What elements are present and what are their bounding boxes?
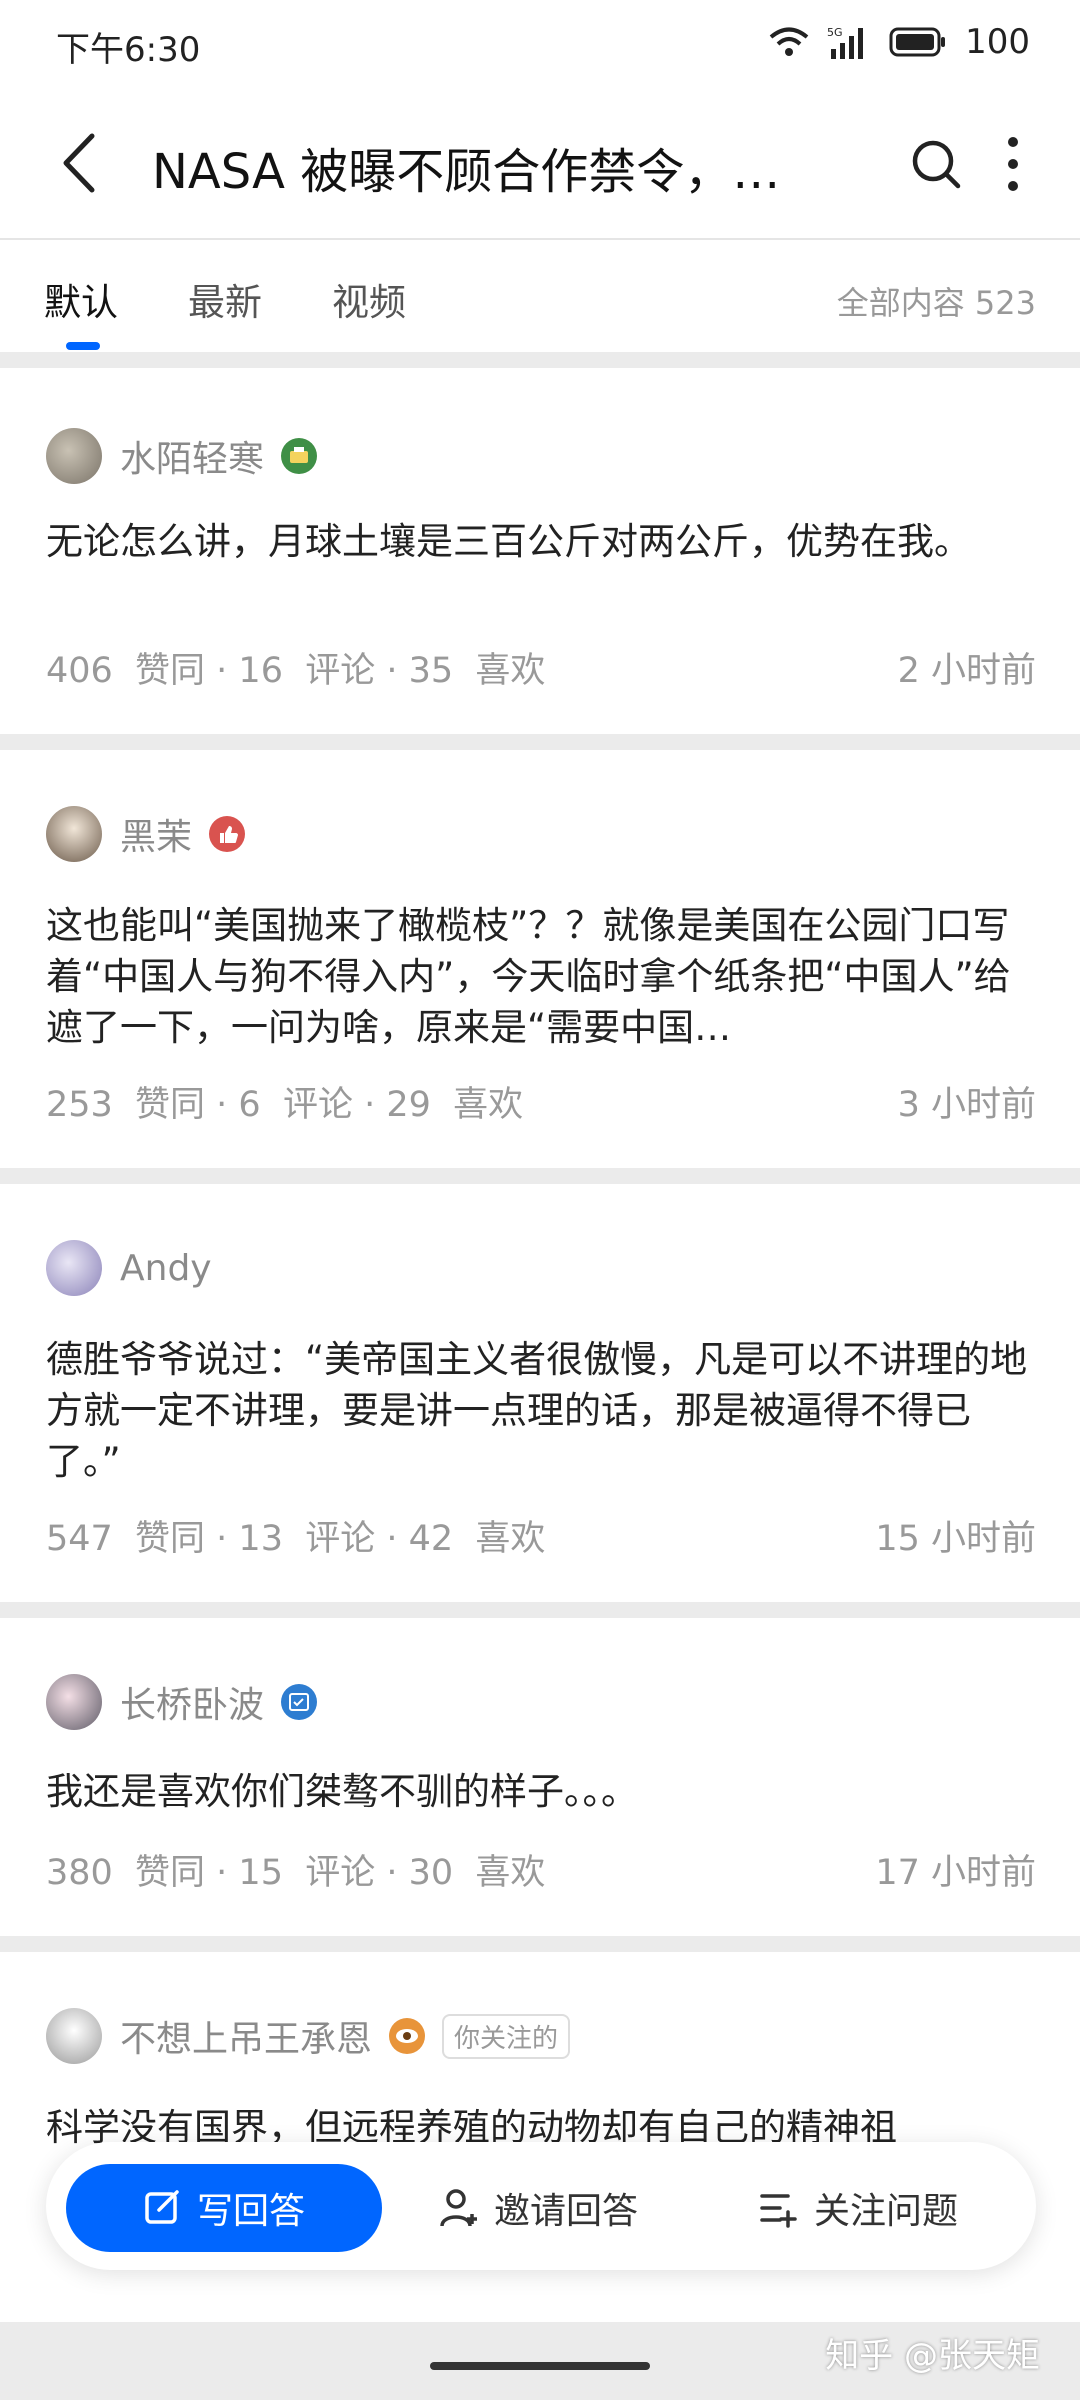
answer-time: 17 小时前 bbox=[875, 1853, 1036, 1893]
answer-content[interactable]: 我还是喜欢你们桀骜不驯的样子。。。 bbox=[46, 1766, 1036, 1817]
answer-stats: 380 赞同 · 15 评论 · 30 喜欢 bbox=[46, 1853, 546, 1893]
status-bar: 下午6:30 5G 100 bbox=[0, 0, 1080, 90]
invite-user-icon bbox=[440, 2189, 477, 2227]
eye-badge-icon bbox=[389, 2018, 426, 2054]
question-title[interactable]: NASA 被曝不顾合作禁令，… bbox=[152, 132, 832, 202]
invite-answer-button[interactable]: 邀请回答 bbox=[438, 2164, 638, 2252]
answer-time: 2 小时前 bbox=[897, 651, 1036, 691]
total-count: 全部内容 523 bbox=[836, 284, 1036, 322]
thumbs-up-badge-icon bbox=[209, 816, 246, 852]
answer-content[interactable]: 德胜爷爷说过：“美帝国主义者很傲慢，凡是可以不讲理的地方就一定不讲理，要是讲一点… bbox=[46, 1334, 1036, 1487]
author-name[interactable]: 黑茉 bbox=[120, 808, 192, 860]
avatar[interactable] bbox=[46, 1240, 102, 1296]
avatar[interactable] bbox=[46, 806, 102, 862]
tab-video[interactable]: 视频 bbox=[332, 272, 406, 326]
write-answer-button[interactable]: 写回答 bbox=[66, 2164, 382, 2252]
avatar[interactable] bbox=[46, 1674, 102, 1730]
achievement-badge-icon bbox=[281, 438, 318, 474]
more-options-icon[interactable] bbox=[998, 132, 1028, 196]
battery-level: 100 bbox=[965, 22, 1030, 62]
signal-5g-icon: 5G bbox=[827, 26, 864, 59]
sort-tabs: 默认 最新 视频 全部内容 523 bbox=[0, 240, 1080, 352]
author-row[interactable]: 水陌轻寒 bbox=[46, 428, 318, 484]
tab-default[interactable]: 默认 bbox=[44, 272, 118, 326]
answer-content[interactable]: 无论怎么讲，月球土壤是三百公斤对两公斤，优势在我。 bbox=[46, 516, 1036, 567]
back-arrow-icon[interactable] bbox=[52, 128, 112, 198]
answer-card[interactable]: Andy 德胜爷爷说过：“美帝国主义者很傲慢，凡是可以不讲理的地方就一定不讲理，… bbox=[0, 1184, 1080, 1602]
answer-time: 3 小时前 bbox=[897, 1085, 1036, 1125]
author-name[interactable]: Andy bbox=[120, 1248, 212, 1289]
answer-card[interactable]: 长桥卧波 我还是喜欢你们桀骜不驯的样子。。。 380 赞同 · 15 评论 · … bbox=[0, 1618, 1080, 1936]
follow-question-button[interactable]: 关注问题 bbox=[758, 2164, 958, 2252]
question-header: NASA 被曝不顾合作禁令，… bbox=[0, 90, 1080, 240]
invite-answer-label: 邀请回答 bbox=[494, 2191, 639, 2232]
author-row[interactable]: Andy bbox=[46, 1240, 212, 1296]
tab-latest[interactable]: 最新 bbox=[188, 272, 262, 326]
author-name[interactable]: 水陌轻寒 bbox=[120, 430, 264, 482]
status-time: 下午6:30 bbox=[56, 30, 201, 70]
edit-icon bbox=[145, 2190, 179, 2224]
author-row[interactable]: 黑茉 bbox=[46, 806, 246, 862]
follow-question-label: 关注问题 bbox=[814, 2191, 959, 2232]
battery-icon bbox=[889, 27, 946, 57]
answer-time: 15 小时前 bbox=[875, 1519, 1036, 1559]
author-name[interactable]: 长桥卧波 bbox=[120, 1676, 264, 1728]
answer-content[interactable]: 这也能叫“美国抛来了橄榄枝”？？就像是美国在公园门口写着“中国人与狗不得入内”，… bbox=[46, 900, 1036, 1053]
watermark: 知乎 @张天矩 bbox=[825, 2336, 1040, 2376]
answer-stats: 547 赞同 · 13 评论 · 42 喜欢 bbox=[46, 1519, 546, 1559]
svg-text:5G: 5G bbox=[827, 26, 843, 39]
answer-card[interactable]: 水陌轻寒 无论怎么讲，月球土壤是三百公斤对两公斤，优势在我。 406 赞同 · … bbox=[0, 368, 1080, 734]
avatar[interactable] bbox=[46, 2008, 102, 2064]
status-icons: 5G 100 bbox=[769, 22, 1030, 62]
author-row[interactable]: 不想上吊王承恩 你关注的 bbox=[46, 2008, 571, 2064]
home-indicator[interactable] bbox=[430, 2362, 650, 2370]
add-follow-icon bbox=[760, 2194, 797, 2228]
write-answer-label: 写回答 bbox=[196, 2191, 305, 2232]
avatar[interactable] bbox=[46, 428, 102, 484]
action-bar: 写回答 邀请回答 关注问题 bbox=[46, 2142, 1036, 2270]
search-icon[interactable] bbox=[908, 136, 964, 192]
answer-card[interactable]: 黑茉 这也能叫“美国抛来了橄榄枝”？？就像是美国在公园门口写着“中国人与狗不得入… bbox=[0, 750, 1080, 1168]
verified-badge-icon bbox=[281, 1684, 318, 1720]
wifi-icon bbox=[769, 27, 809, 56]
active-tab-indicator bbox=[66, 342, 100, 350]
author-name[interactable]: 不想上吊王承恩 bbox=[120, 2010, 372, 2062]
answer-stats: 406 赞同 · 16 评论 · 35 喜欢 bbox=[46, 651, 546, 691]
following-tag: 你关注的 bbox=[442, 2013, 571, 2059]
author-row[interactable]: 长桥卧波 bbox=[46, 1674, 318, 1730]
answer-stats: 253 赞同 · 6 评论 · 29 喜欢 bbox=[46, 1085, 524, 1125]
